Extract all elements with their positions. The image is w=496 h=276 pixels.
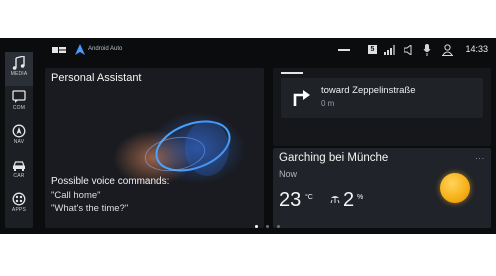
rail-label-apps: APPS (11, 207, 27, 213)
window-layout-icon[interactable] (52, 47, 66, 53)
weather-tile[interactable]: Garching bei Münche ... Now 23 °C 2 % (273, 148, 491, 228)
temperature-value: 23 (279, 189, 302, 211)
page-dot[interactable] (266, 225, 269, 228)
minimize-icon[interactable] (338, 49, 350, 51)
rail-label-car: CAR (13, 173, 25, 179)
voice-command-item: "What's the time?" (51, 203, 129, 214)
page-dot-active[interactable] (255, 225, 258, 228)
page-indicator (253, 224, 293, 230)
voice-commands-heading: Possible voice commands: (51, 176, 170, 187)
weather-time-label: Now (279, 169, 298, 179)
navigation-tile[interactable]: toward Zeppelinstraße 0 m (273, 68, 491, 146)
rail-item-com[interactable]: COM (5, 86, 33, 120)
next-maneuver-card[interactable]: toward Zeppelinstraße 0 m (281, 78, 483, 118)
rail-item-apps[interactable]: APPS (5, 188, 33, 222)
rail-item-car[interactable]: CAR (5, 154, 33, 188)
signal-badge: 5 (368, 45, 377, 54)
assistant-title: Personal Assistant (51, 72, 142, 84)
status-bar: Android Auto 5 14:33 (44, 42, 494, 58)
status-icons: 5 14:33 (338, 42, 488, 58)
android-auto-icon (75, 44, 85, 55)
volume-icon[interactable] (404, 45, 414, 55)
rail-item-nav[interactable]: NAV (5, 120, 33, 154)
precipitation-unit: % (357, 194, 364, 201)
turn-right-arrow-icon (293, 90, 310, 106)
temperature-unit: °C (305, 194, 313, 201)
page-dot[interactable] (277, 225, 280, 228)
chat-icon (12, 90, 26, 103)
voice-command-item: "Call home" (51, 190, 101, 201)
maneuver-distance: 0 m (321, 99, 335, 108)
precipitation-icon (330, 196, 340, 204)
rail-label-media: MEDIA (10, 71, 28, 77)
user-profile-icon[interactable] (442, 44, 453, 56)
sun-icon (440, 173, 470, 203)
tile-drag-handle (281, 72, 303, 74)
signal-strength-icon (384, 45, 395, 55)
music-note-icon (12, 56, 25, 70)
rail-label-nav: NAV (13, 139, 25, 145)
precipitation-value: 2 (343, 189, 355, 211)
rail-label-com: COM (12, 105, 26, 111)
personal-assistant-tile[interactable]: Personal Assistant Possible voice comman… (45, 68, 264, 228)
maneuver-street: toward Zeppelinstraße (321, 85, 416, 96)
car-icon (13, 161, 25, 171)
navigation-icon (12, 124, 26, 138)
android-auto-label: Android Auto (88, 46, 123, 52)
infotainment-screen: Android Auto 5 14:33 MEDIA COM NAV CAR A… (0, 38, 496, 234)
more-options-icon[interactable]: ... (475, 152, 485, 161)
clock: 14:33 (465, 44, 488, 54)
apps-icon (12, 192, 26, 206)
rail-item-media[interactable]: MEDIA (5, 52, 33, 86)
microphone-icon[interactable] (423, 44, 431, 56)
side-navigation-rail: MEDIA COM NAV CAR APPS (5, 52, 33, 228)
weather-city: Garching bei Münche (279, 152, 389, 164)
